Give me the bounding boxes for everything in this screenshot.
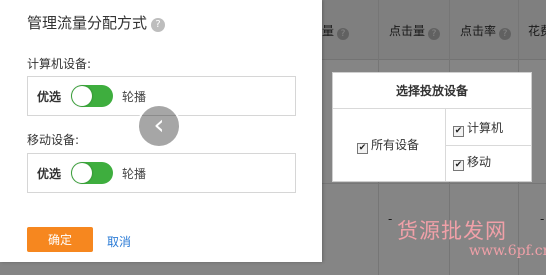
computer-device-label: 计算机设备: — [27, 57, 92, 71]
computer-option[interactable]: ✔ 计算机 — [453, 119, 503, 137]
toggle-knob — [72, 86, 92, 106]
computer-toggle[interactable] — [71, 85, 113, 107]
mobile-device-group: 优选 轮播 — [27, 153, 296, 193]
mobile-rotate-label: 轮播 — [122, 167, 147, 181]
mobile-device-label: 移动设备: — [27, 133, 80, 147]
panel-title: 管理流量分配方式? — [27, 12, 166, 33]
toggle-knob — [72, 163, 92, 183]
device-selection-popup: 选择投放设备 ✔ 所有设备 ✔ 计算机 ✔ 移动 — [332, 72, 532, 182]
device-popup-title: 选择投放设备 — [333, 73, 531, 109]
watermark-url: www.6pf.cn — [469, 243, 546, 259]
checkbox-checked-icon[interactable]: ✔ — [453, 126, 464, 137]
confirm-button[interactable]: 确定 — [27, 227, 93, 252]
computer-preferred-label: 优选 — [37, 90, 62, 104]
watermark: 货源批发网 www.6pf.cn — [397, 215, 546, 265]
mobile-toggle[interactable] — [71, 162, 113, 184]
chevron-left-icon[interactable]: ‹ — [137, 104, 181, 148]
checkbox-checked-icon[interactable]: ✔ — [357, 143, 368, 154]
cancel-link[interactable]: 取消 — [107, 233, 131, 250]
help-icon[interactable]: ? — [151, 18, 166, 32]
mobile-option[interactable]: ✔ 移动 — [453, 153, 491, 171]
all-devices-option[interactable]: ✔ 所有设备 — [357, 136, 419, 154]
computer-rotate-label: 轮播 — [122, 90, 147, 104]
popup-divider — [445, 145, 531, 146]
mobile-preferred-label: 优选 — [37, 167, 62, 181]
checkbox-checked-icon[interactable]: ✔ — [453, 160, 464, 171]
watermark-text: 货源批发网 — [397, 219, 507, 243]
